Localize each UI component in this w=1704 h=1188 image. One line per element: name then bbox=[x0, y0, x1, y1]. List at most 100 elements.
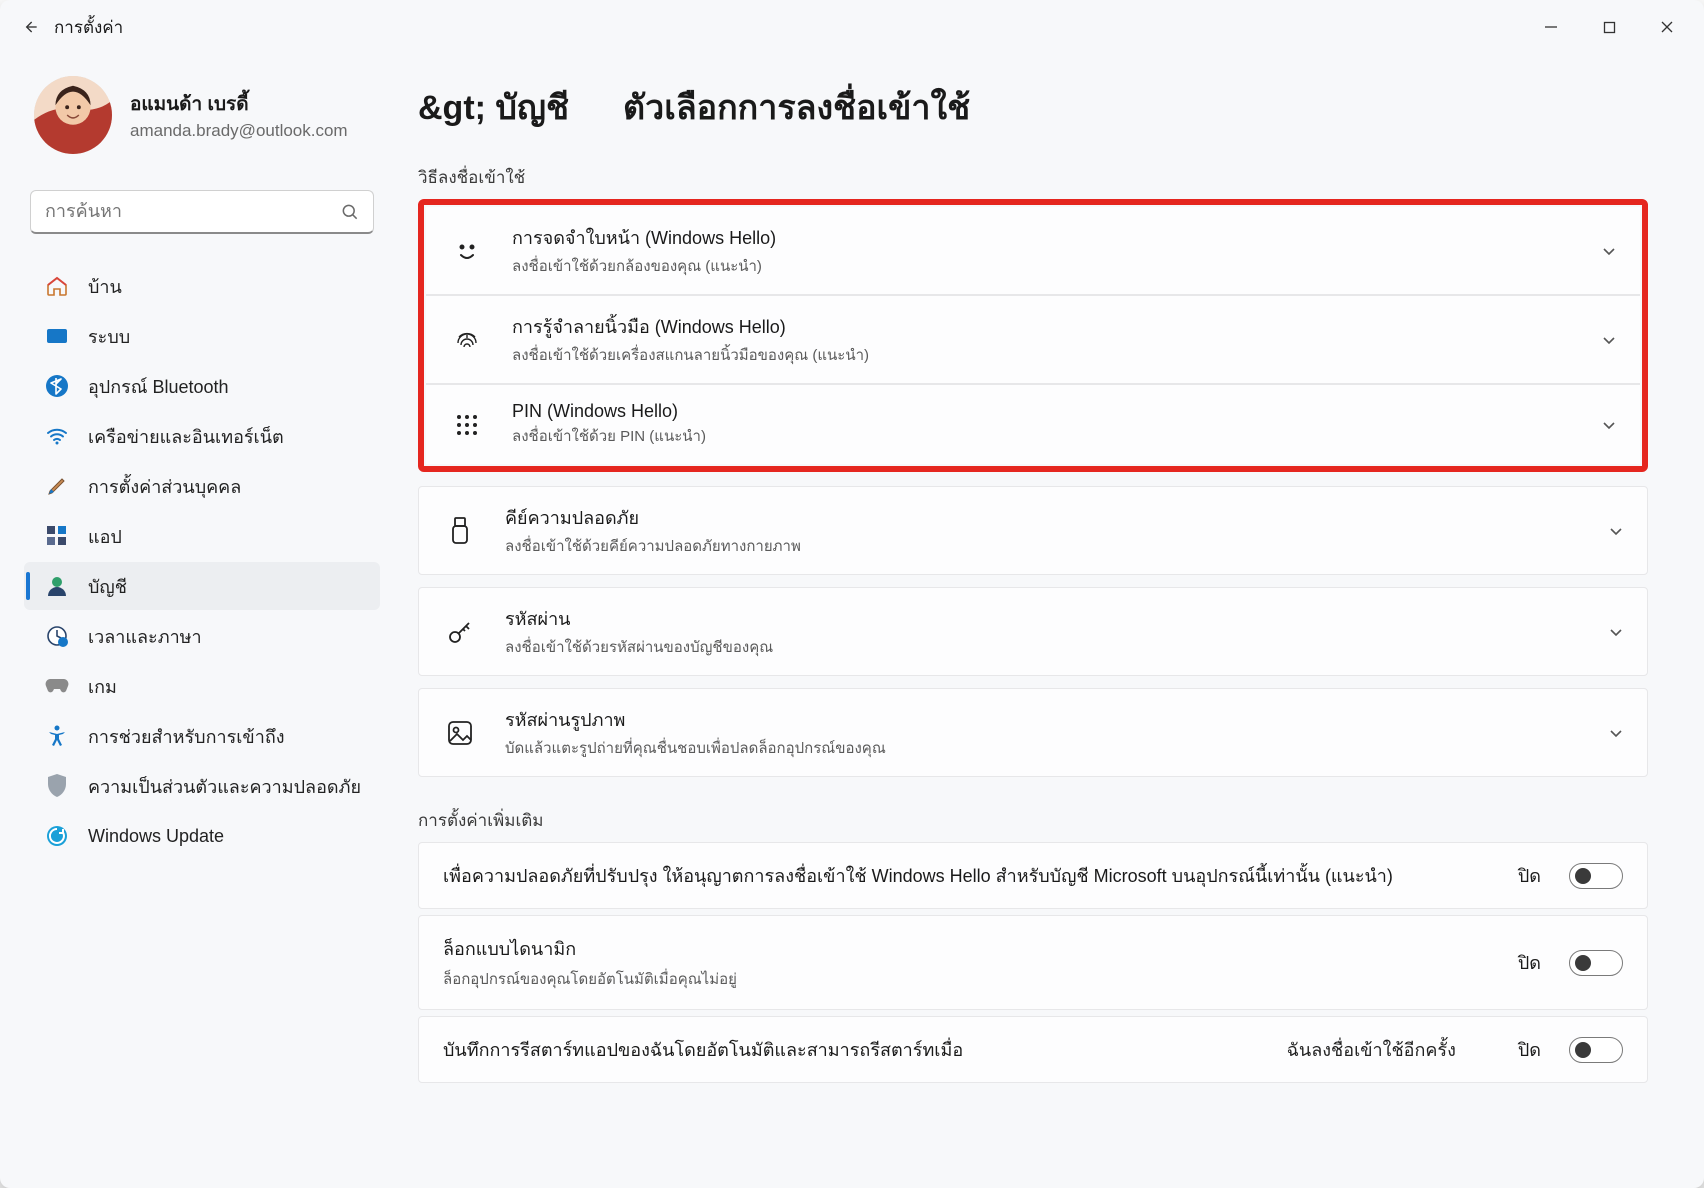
option-title: PIN (Windows Hello) bbox=[512, 401, 1572, 422]
toggle-switch[interactable] bbox=[1569, 950, 1623, 976]
setting-title: ล็อกแบบไดนามิก bbox=[443, 934, 1496, 963]
fingerprint-icon bbox=[450, 323, 484, 357]
back-arrow-icon bbox=[20, 17, 40, 37]
wifi-icon bbox=[44, 423, 70, 449]
maximize-button[interactable] bbox=[1580, 5, 1638, 49]
sidebar-item-label: Windows Update bbox=[88, 826, 224, 847]
sidebar-item-label: บ้าน bbox=[88, 272, 122, 301]
option-sub: ลงชื่อเข้าใช้ด้วย PIN (แนะนำ) bbox=[512, 424, 1572, 448]
user-card[interactable]: อแมนด้า เบรดี้ amanda.brady@outlook.com bbox=[24, 72, 380, 166]
gamepad-icon bbox=[44, 673, 70, 699]
sidebar-item-time-language[interactable]: เวลาและภาษา bbox=[24, 612, 380, 660]
setting-hello-only: เพื่อความปลอดภัยที่ปรับปรุง ให้อนุญาตการ… bbox=[418, 842, 1648, 909]
option-title: คีย์ความปลอดภัย bbox=[505, 503, 1579, 532]
sidebar-item-label: แอป bbox=[88, 522, 122, 551]
search-icon bbox=[340, 190, 360, 234]
highlighted-hello-group: การจดจำใบหน้า (Windows Hello) ลงชื่อเข้า… bbox=[418, 199, 1648, 472]
sidebar-item-label: เครือข่ายและอินเทอร์เน็ต bbox=[88, 422, 284, 451]
search-wrap bbox=[30, 190, 374, 234]
nav: บ้าน ระบบ อุปกรณ์ Bluetooth เครือข่ายและ… bbox=[24, 262, 380, 860]
sidebar-item-network[interactable]: เครือข่ายและอินเทอร์เน็ต bbox=[24, 412, 380, 460]
sidebar-item-label: การช่วยสำหรับการเข้าถึง bbox=[88, 722, 285, 751]
option-pin[interactable]: PIN (Windows Hello) ลงชื่อเข้าใช้ด้วย PI… bbox=[426, 384, 1640, 464]
sidebar: อแมนด้า เบรดี้ amanda.brady@outlook.com … bbox=[0, 54, 390, 1188]
chevron-down-icon bbox=[1607, 623, 1625, 641]
minimize-icon bbox=[1544, 20, 1558, 34]
avatar bbox=[34, 76, 112, 154]
setting-sub: ล็อกอุปกรณ์ของคุณโดยอัตโนมัติเมื่อคุณไม่… bbox=[443, 967, 1496, 991]
option-sub: ลงชื่อเข้าใช้ด้วยคีย์ความปลอดภัยทางกายภา… bbox=[505, 534, 1579, 558]
option-sub: บัดแล้วแตะรูปถ่ายที่คุณชื่นชอบเพื่อปลดล็… bbox=[505, 736, 1579, 760]
main-content: &gt; บัญชี ตัวเลือกการลงชื่อเข้าใช้ วิธี… bbox=[390, 54, 1704, 1188]
toggle-switch[interactable] bbox=[1569, 863, 1623, 889]
option-security-key[interactable]: คีย์ความปลอดภัย ลงชื่อเข้าใช้ด้วยคีย์ควา… bbox=[418, 486, 1648, 575]
shield-icon bbox=[44, 773, 70, 799]
apps-icon bbox=[44, 523, 70, 549]
sidebar-item-label: การตั้งค่าส่วนบุคคล bbox=[88, 472, 241, 501]
bluetooth-icon bbox=[44, 373, 70, 399]
sidebar-item-accessibility[interactable]: การช่วยสำหรับการเข้าถึง bbox=[24, 712, 380, 760]
close-icon bbox=[1660, 20, 1674, 34]
update-icon bbox=[44, 823, 70, 849]
breadcrumb: &gt; บัญชี ตัวเลือกการลงชื่อเข้าใช้ bbox=[418, 80, 1648, 134]
account-icon bbox=[44, 573, 70, 599]
option-sub: ลงชื่อเข้าใช้ด้วยเครื่องสแกนลายนิ้วมือขอ… bbox=[512, 343, 1572, 367]
close-button[interactable] bbox=[1638, 5, 1696, 49]
chevron-down-icon bbox=[1600, 416, 1618, 434]
sidebar-item-bluetooth[interactable]: อุปกรณ์ Bluetooth bbox=[24, 362, 380, 410]
sidebar-item-label: ระบบ bbox=[88, 322, 130, 351]
toggle-state: ปิด bbox=[1518, 861, 1547, 890]
titlebar: การตั้งค่า bbox=[0, 0, 1704, 54]
chevron-down-icon bbox=[1607, 522, 1625, 540]
chevron-down-icon bbox=[1607, 724, 1625, 742]
minimize-button[interactable] bbox=[1522, 5, 1580, 49]
option-sub: ลงชื่อเข้าใช้ด้วยกล้องของคุณ (แนะนำ) bbox=[512, 254, 1572, 278]
sidebar-item-label: อุปกรณ์ Bluetooth bbox=[88, 372, 229, 401]
app-title: การตั้งค่า bbox=[52, 14, 123, 41]
option-title: รหัสผ่านรูปภาพ bbox=[505, 705, 1579, 734]
page-title: ตัวเลือกการลงชื่อเข้าใช้ bbox=[623, 80, 970, 134]
toggle-switch[interactable] bbox=[1569, 1037, 1623, 1063]
clock-globe-icon bbox=[44, 623, 70, 649]
setting-dynamic-lock: ล็อกแบบไดนามิก ล็อกอุปกรณ์ของคุณโดยอัตโน… bbox=[418, 915, 1648, 1010]
option-picture-password[interactable]: รหัสผ่านรูปภาพ บัดแล้วแตะรูปถ่ายที่คุณชื… bbox=[418, 688, 1648, 777]
sidebar-item-label: บัญชี bbox=[88, 572, 127, 601]
sidebar-item-label: เวลาและภาษา bbox=[88, 622, 202, 651]
section-label-signin: วิธีลงชื่อเข้าใช้ bbox=[418, 164, 1648, 191]
pin-keypad-icon bbox=[450, 408, 484, 442]
sidebar-item-system[interactable]: ระบบ bbox=[24, 312, 380, 360]
system-icon bbox=[44, 323, 70, 349]
back-button[interactable] bbox=[8, 5, 52, 49]
option-title: รหัสผ่าน bbox=[505, 604, 1579, 633]
setting-mid: ฉันลงชื่อเข้าใช้อีกครั้ง bbox=[1287, 1035, 1496, 1064]
setting-restart-apps: บันทึกการรีสตาร์ทแอปของฉันโดยอัตโนมัติแล… bbox=[418, 1016, 1648, 1083]
breadcrumb-parent[interactable]: &gt; บัญชี bbox=[418, 80, 569, 134]
option-title: การจดจำใบหน้า (Windows Hello) bbox=[512, 223, 1572, 252]
sidebar-item-apps[interactable]: แอป bbox=[24, 512, 380, 560]
option-password[interactable]: รหัสผ่าน ลงชื่อเข้าใช้ด้วยรหัสผ่านของบัญ… bbox=[418, 587, 1648, 676]
sidebar-item-personalization[interactable]: การตั้งค่าส่วนบุคคล bbox=[24, 462, 380, 510]
option-sub: ลงชื่อเข้าใช้ด้วยรหัสผ่านของบัญชีของคุณ bbox=[505, 635, 1579, 659]
sidebar-item-label: เกม bbox=[88, 672, 117, 701]
sidebar-item-gaming[interactable]: เกม bbox=[24, 662, 380, 710]
chevron-down-icon bbox=[1600, 331, 1618, 349]
accessibility-icon bbox=[44, 723, 70, 749]
sidebar-item-accounts[interactable]: บัญชี bbox=[24, 562, 380, 610]
section-label-more: การตั้งค่าเพิ่มเติม bbox=[418, 807, 1648, 834]
option-title: การรู้จำลายนิ้วมือ (Windows Hello) bbox=[512, 312, 1572, 341]
key-icon bbox=[443, 615, 477, 649]
chevron-down-icon bbox=[1600, 242, 1618, 260]
toggle-state: ปิด bbox=[1518, 1035, 1547, 1064]
sidebar-item-windows-update[interactable]: Windows Update bbox=[24, 812, 380, 860]
sidebar-item-privacy[interactable]: ความเป็นส่วนตัวและความปลอดภัย bbox=[24, 762, 380, 810]
sidebar-item-label: ความเป็นส่วนตัวและความปลอดภัย bbox=[88, 772, 361, 801]
home-icon bbox=[44, 273, 70, 299]
paintbrush-icon bbox=[44, 473, 70, 499]
option-fingerprint[interactable]: การรู้จำลายนิ้วมือ (Windows Hello) ลงชื่… bbox=[426, 295, 1640, 384]
sidebar-item-home[interactable]: บ้าน bbox=[24, 262, 380, 310]
user-name: อแมนด้า เบรดี้ bbox=[130, 89, 348, 119]
option-face-recognition[interactable]: การจดจำใบหน้า (Windows Hello) ลงชื่อเข้า… bbox=[426, 207, 1640, 295]
toggle-state: ปิด bbox=[1518, 948, 1547, 977]
search-input[interactable] bbox=[30, 190, 374, 234]
face-icon bbox=[450, 234, 484, 268]
